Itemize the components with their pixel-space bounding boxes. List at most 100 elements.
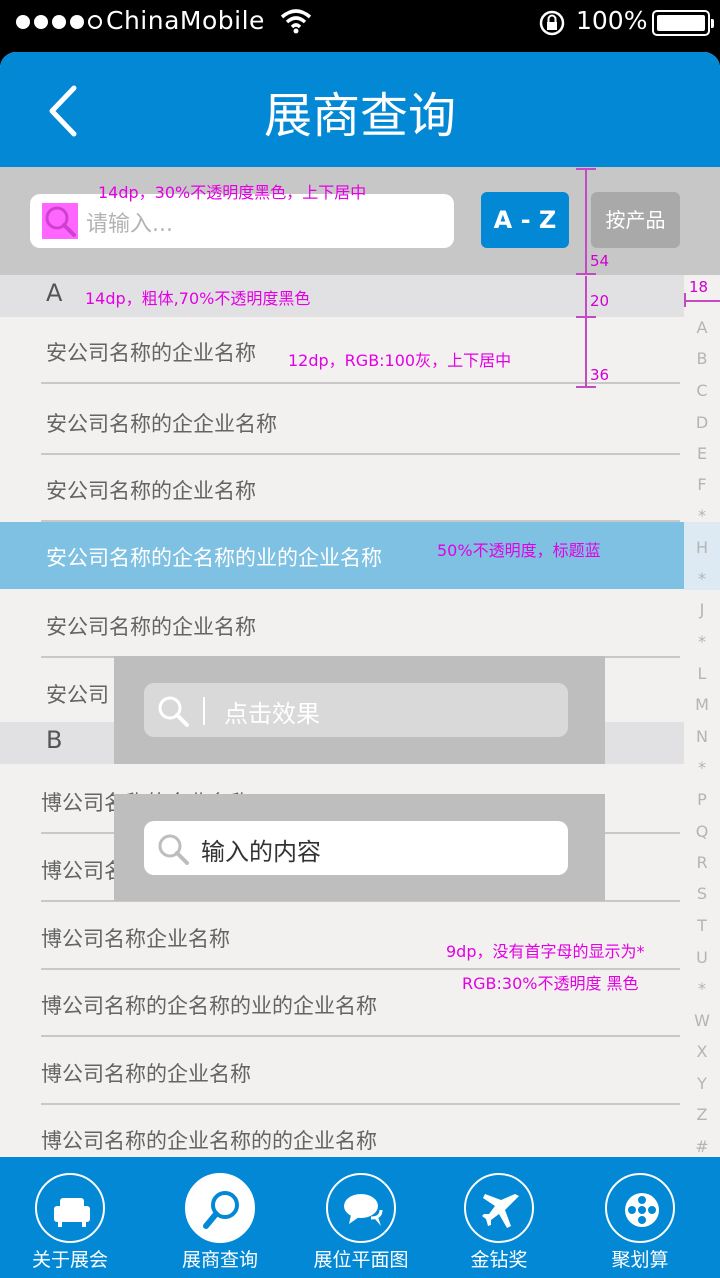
index-letter[interactable]: P <box>684 790 720 809</box>
wifi-icon <box>280 9 312 34</box>
search-placeholder: 请输入... <box>86 212 173 237</box>
index-letter[interactable]: X <box>684 1042 720 1061</box>
film-reel-icon <box>625 1193 659 1227</box>
search-input-pressed[interactable]: 点击效果 <box>144 683 568 737</box>
search-icon <box>158 834 189 865</box>
dimension-line <box>585 276 587 317</box>
index-letter[interactable]: S <box>684 884 720 903</box>
click-effect-label: 点击效果 <box>224 700 320 728</box>
annotation-index-2: RGB:30%不透明度 黑色 <box>462 974 639 993</box>
tab-label: 展商查询 <box>181 1249 258 1271</box>
dimension-tick <box>684 293 686 307</box>
header: 展商查询 <box>0 52 720 167</box>
index-letter[interactable]: Q <box>684 822 720 841</box>
company-name: 安公司名称的企企业名称 <box>46 412 277 436</box>
battery-percentage: 100% <box>576 6 648 35</box>
list-item[interactable]: 安公司名称的企业名称 <box>0 455 684 522</box>
company-name: 博公司名称企业名称 <box>41 927 230 951</box>
status-bar: ChinaMobile 100% <box>0 0 720 46</box>
index-letter[interactable]: A <box>684 318 720 337</box>
app-screen: 展商查询 请输入... A - Z 按产品 A 安公司名称的企业名称 安公司名称… <box>0 52 720 1278</box>
annotation-section-font: 14dp，粗体,70%不透明度黑色 <box>85 289 311 308</box>
index-letter[interactable]: * <box>684 758 720 777</box>
tab-group-deals[interactable]: 聚划算 <box>570 1157 710 1278</box>
list-item[interactable]: 博公司名称的企业名称 <box>0 1038 684 1105</box>
input-content-text: 输入的内容 <box>201 838 321 866</box>
index-letter[interactable]: E <box>684 444 720 463</box>
company-name: 安公司名称的企业名称 <box>46 341 256 365</box>
rotation-lock-icon <box>539 10 565 36</box>
text-cursor <box>203 697 205 725</box>
sort-by-product-button[interactable]: 按产品 <box>591 192 680 248</box>
index-letter[interactable]: M <box>684 695 720 714</box>
annotation-item-font: 12dp，RGB:100灰，上下居中 <box>288 351 512 370</box>
index-letter[interactable]: N <box>684 727 720 746</box>
dimension-label-54: 54 <box>590 252 610 270</box>
sort-az-button[interactable]: A - Z <box>481 192 569 248</box>
index-letter[interactable]: W <box>684 1011 720 1030</box>
company-name: 博公司名称的企业名称的的企业名称 <box>41 1129 377 1153</box>
tab-label: 关于展会 <box>31 1249 108 1271</box>
search-icon <box>42 203 78 239</box>
index-letter[interactable]: * <box>684 569 720 588</box>
bottom-tab-bar: 关于展会 展商查询 展位平面图 金钻奖 聚划算 <box>0 1157 720 1278</box>
index-letter[interactable]: F <box>684 475 720 494</box>
carrier-name: ChinaMobile <box>106 6 265 35</box>
plane-icon <box>482 1194 519 1228</box>
dimension-label-36: 36 <box>590 366 610 384</box>
index-letter[interactable]: U <box>684 948 720 967</box>
section-letter: A <box>46 279 63 307</box>
tab-label: 聚划算 <box>611 1249 669 1271</box>
index-letter[interactable]: * <box>684 632 720 651</box>
sofa-icon <box>54 1198 90 1227</box>
dimension-label-20: 20 <box>590 292 610 310</box>
index-letter[interactable]: J <box>684 600 720 619</box>
input-content-popup: 输入的内容 <box>114 794 605 901</box>
company-name: 安公司名称的企名称的业的企业名称 <box>46 546 382 570</box>
click-effect-popup: 点击效果 <box>114 656 605 764</box>
index-letter[interactable]: Z <box>684 1105 720 1124</box>
dimension-tick <box>576 273 596 275</box>
list-item[interactable]: 安公司名称的企企业名称 <box>0 388 684 455</box>
dimension-line <box>585 168 587 274</box>
page-title: 展商查询 <box>263 88 456 144</box>
index-letter[interactable]: B <box>684 349 720 368</box>
index-letter[interactable]: C <box>684 381 720 400</box>
annotation-index-1: 9dp，没有首字母的显示为* <box>446 942 645 961</box>
company-name: 博公司名称的企业名称 <box>41 1062 251 1086</box>
company-name: 博公司名称的企名称的业的企业名称 <box>41 994 377 1018</box>
tab-label: 展位平面图 <box>313 1249 409 1271</box>
tab-booth-map[interactable]: 展位平面图 <box>291 1157 431 1278</box>
alphabet-index-bar[interactable]: A B C D E F * H * J * L M N * P Q R S T … <box>684 316 720 1156</box>
battery-icon <box>652 10 714 36</box>
search-icon <box>158 696 189 727</box>
tab-about-expo[interactable]: 关于展会 <box>0 1157 140 1278</box>
company-name: 安公司名称的企业名称 <box>46 615 256 639</box>
search-input-filled[interactable]: 输入的内容 <box>144 821 568 875</box>
chat-icon <box>344 1194 383 1226</box>
index-letter[interactable]: Y <box>684 1074 720 1093</box>
company-name: 博公司名 <box>41 859 125 883</box>
annotation-highlight: 50%不透明度，标题蓝 <box>437 541 601 560</box>
annotation-search-font: 14dp，30%不透明度黑色，上下居中 <box>98 183 367 202</box>
signal-strength-icon <box>16 15 102 29</box>
index-letter[interactable]: T <box>684 916 720 935</box>
index-letter[interactable]: D <box>684 413 720 432</box>
section-letter: B <box>46 726 63 754</box>
dimension-line <box>684 300 720 302</box>
index-letter[interactable]: * <box>684 979 720 998</box>
index-letter[interactable]: # <box>684 1137 720 1156</box>
company-name: 安公司 <box>46 683 109 707</box>
search-icon <box>203 1191 239 1229</box>
dimension-tick <box>576 386 596 388</box>
tab-exhibitor-search[interactable]: 展商查询 <box>150 1157 290 1278</box>
tab-diamond-award[interactable]: 金钻奖 <box>429 1157 569 1278</box>
company-name: 安公司名称的企业名称 <box>46 479 256 503</box>
dimension-label-18: 18 <box>689 278 709 296</box>
index-letter[interactable]: L <box>684 664 720 683</box>
list-item[interactable]: 安公司名称的企业名称 <box>0 591 684 658</box>
index-letter[interactable]: R <box>684 853 720 872</box>
dimension-line <box>585 318 587 388</box>
tab-label: 金钻奖 <box>470 1249 528 1271</box>
dimension-tick <box>576 168 596 170</box>
